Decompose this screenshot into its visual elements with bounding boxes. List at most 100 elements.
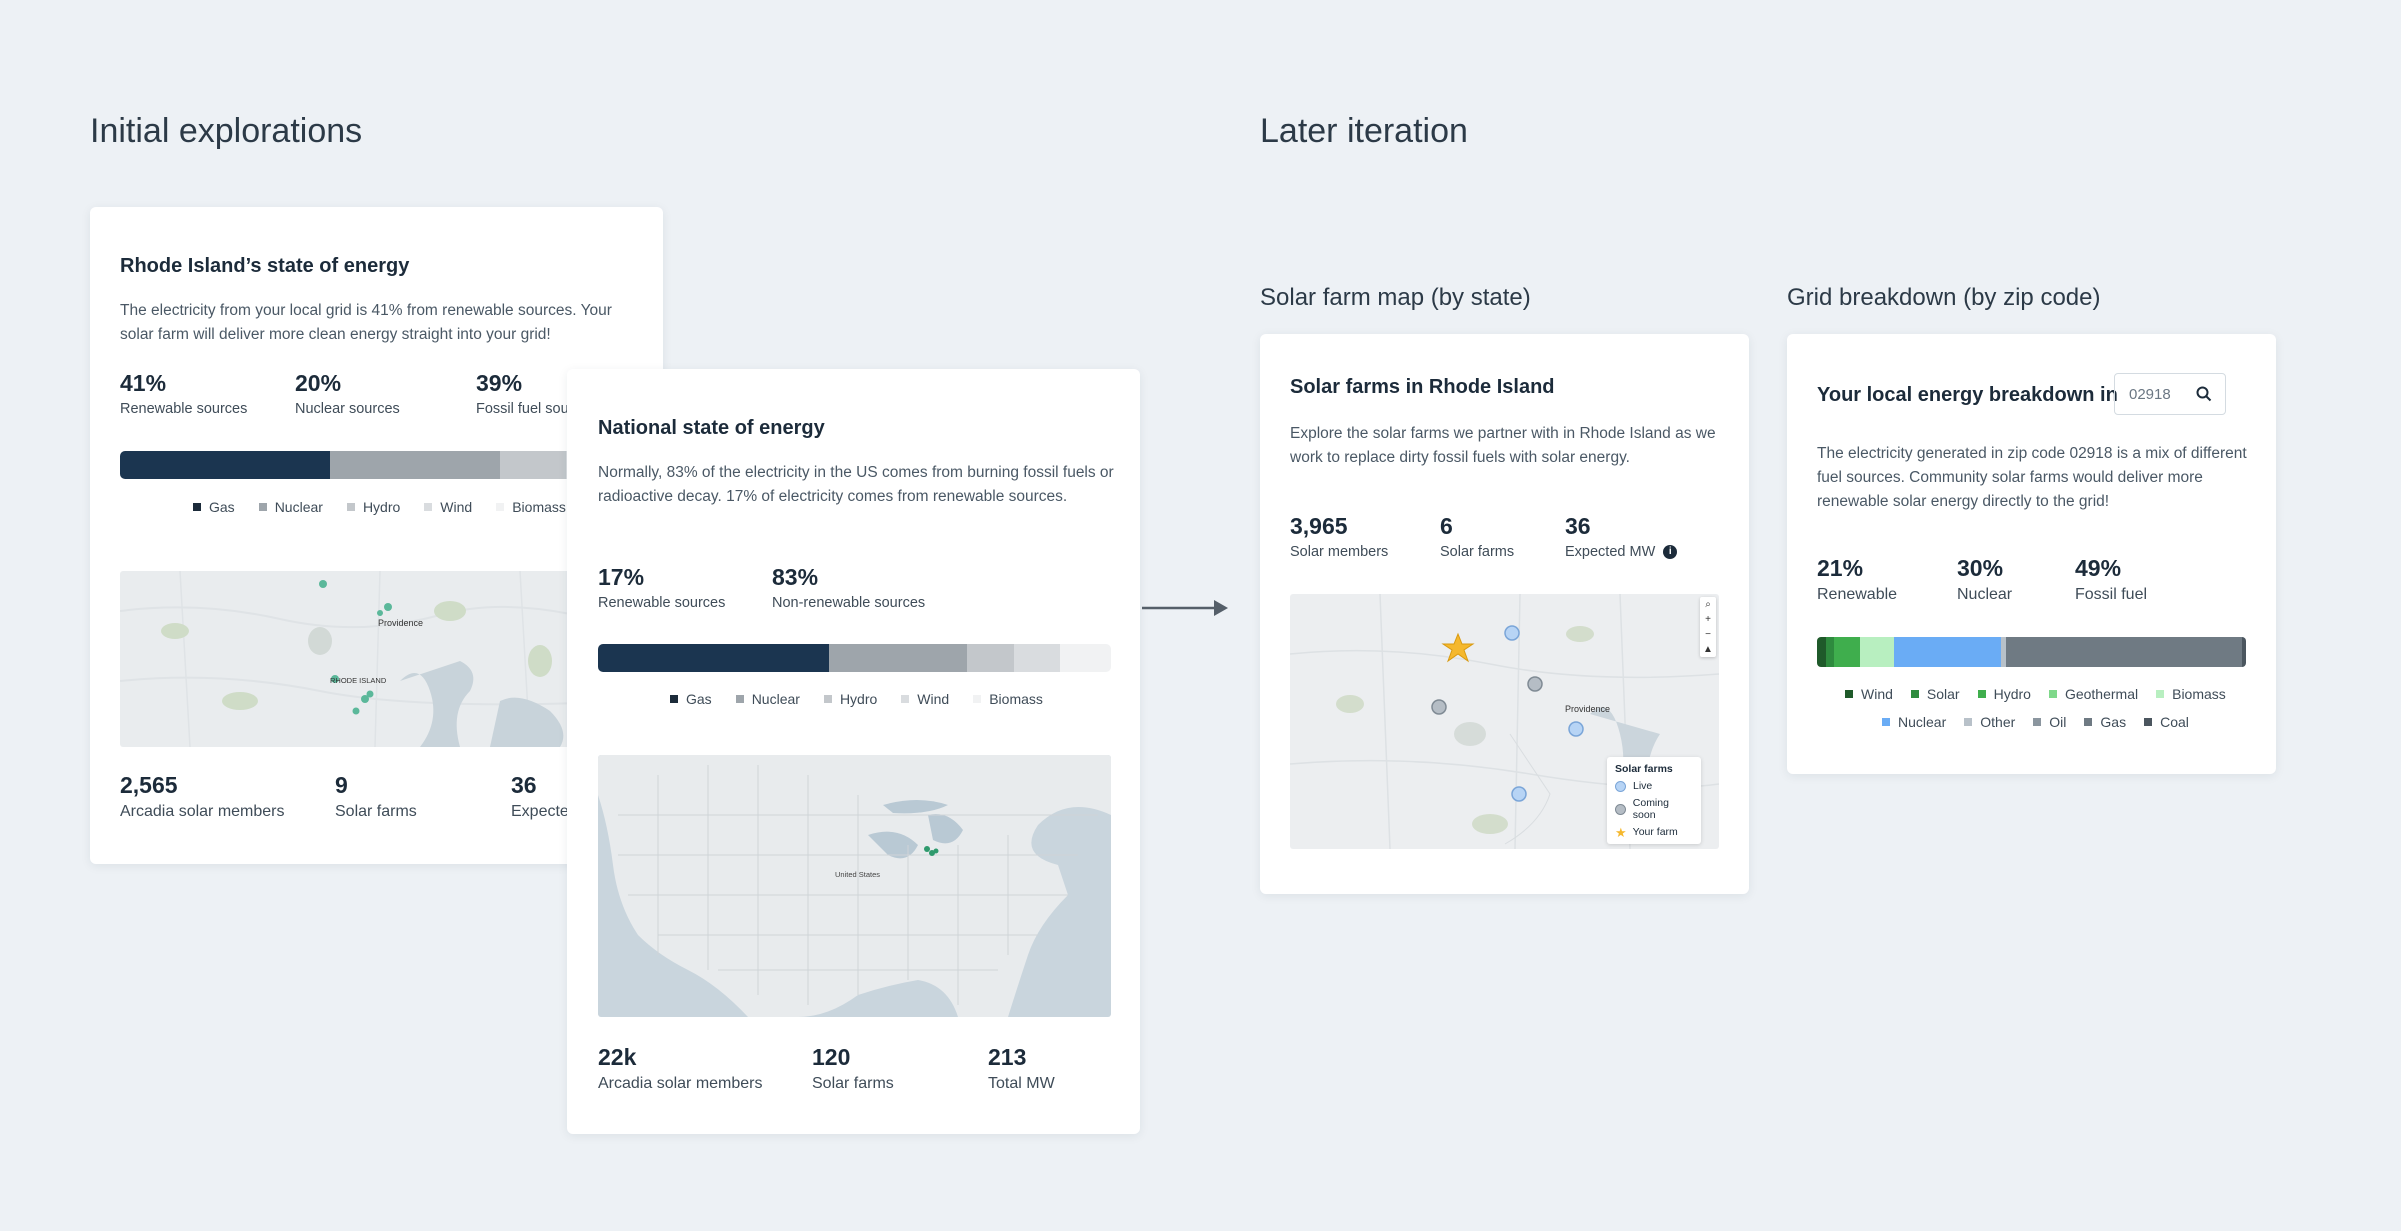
legend-other: Other [1964,714,2015,730]
solar-stat-expected: 36 Expected MW i [1565,512,1678,560]
ri-stat-expected: 36 Expecte [511,772,569,820]
legend-gas: Gas [193,499,235,515]
legend-geothermal: Geothermal [2048,686,2138,702]
legend-solar: Solar [1910,686,1960,702]
bar-segment [2241,637,2246,667]
info-icon[interactable]: i [1663,545,1678,560]
national-stat-mw: 213 Total MW [988,1044,1055,1092]
legend-biomass: Biomass [973,691,1043,707]
legend-wind: Wind [424,499,472,515]
us-map-label: United States [835,870,880,879]
bar-segment [598,644,829,672]
bar-segment [120,451,331,479]
solar-card-title: Solar farms in Rhode Island [1290,376,1555,398]
legend-hydro: Hydro [1977,686,2031,702]
bar-segment [1059,644,1111,672]
national-legend: Gas Nuclear Hydro Wind Biomass [670,691,1067,707]
ri-energy-bar [120,451,633,479]
bar-segment [2005,637,2242,667]
national-stat-farms: 120 Solar farms [812,1044,894,1092]
legend-gas: Gas [670,691,712,707]
national-energy-card: National state of energy Normally, 83% o… [567,369,1140,1134]
ri-card-desc: The electricity from your local grid is … [120,302,612,343]
map-zoom-controls: ⌕ + − ▲ [1700,597,1716,657]
ri-stat-members: 2,565 Arcadia solar members [120,772,285,820]
grid-legend-row1: Wind Solar Hydro Geothermal Biomass [1845,686,2235,702]
bar-segment [499,451,567,479]
bar-segment [1825,637,1835,667]
grid-breakdown-card: Your local energy breakdown in 02918 The… [1787,334,2276,774]
grid-energy-bar [1817,637,2246,667]
zip-code-input[interactable]: 02918 [2114,373,2226,415]
subtitle-solar-map: Solar farm map (by state) [1260,284,1531,311]
legend-gas: Gas [2084,714,2126,730]
arrow-right-icon [1142,600,1228,616]
legend-coal: Coal [2144,714,2189,730]
us-map[interactable]: United States [598,755,1111,1017]
live-farm-marker [1504,625,1520,641]
national-stat-renewable: 17% Renewable sources [598,564,726,611]
bar-segment [967,644,1014,672]
legend-nuclear: Nuclear [1882,714,1946,730]
solar-farms-card: Solar farms in Rhode Island Explore the … [1260,334,1749,894]
national-card-desc: Normally, 83% of the electricity in the … [598,464,1114,505]
legend-nuclear: Nuclear [258,499,323,515]
national-stat-members: 22k Arcadia solar members [598,1044,763,1092]
zip-code-value: 02918 [2129,385,2171,403]
grid-stat-fossil: 49% Fossil fuel [2075,555,2148,603]
ri-map-city-label: Providence [378,618,423,628]
solar-map-legend: Solar farms Live Coming soon ★ Your farm [1607,757,1701,844]
map-legend-title: Solar farms [1615,763,1673,775]
map-legend-live: Live [1633,780,1653,792]
coming-soon-marker [1527,676,1543,692]
bar-segment [1013,644,1060,672]
bar-segment [1859,637,1895,667]
bar-segment [1817,637,1826,667]
national-energy-bar [598,644,1111,672]
section-title-later: Later iteration [1260,112,1468,150]
grid-stat-nuclear: 30% Nuclear [1957,555,2013,603]
coming-soon-marker [1431,699,1447,715]
national-stat-nonrenewable: 83% Non-renewable sources [772,564,926,611]
grid-card-title: Your local energy breakdown in [1817,384,2118,406]
ri-stat-fossil: 39% Fossil fuel sour [476,370,574,417]
map-search-icon[interactable]: ⌕ [1700,597,1716,612]
legend-biomass: Biomass [496,499,566,515]
solar-map-city-label: Providence [1565,704,1610,714]
ri-card-title: Rhode Island’s state of energy [120,255,410,277]
map-legend-coming: Coming soon [1632,797,1669,821]
live-farm-marker [1568,721,1584,737]
solar-stat-members: 3,965 Solar members [1290,513,1389,560]
live-farm-marker [1511,786,1527,802]
star-icon: ★ [1615,824,1627,840]
legend-oil: Oil [2033,714,2066,730]
solar-stat-farms: 6 Solar farms [1440,513,1515,560]
solar-map[interactable]: Providence ⌕ + − ▲ Solar farms Live Comi… [1290,594,1719,849]
national-card-title: National state of energy [598,417,825,439]
compass-button[interactable]: ▲ [1700,642,1716,657]
grid-card-desc: The electricity generated in zip code 02… [1817,445,2247,510]
ri-stat-renewable: 41% Renewable sources [120,370,248,417]
ri-stat-nuclear: 20% Nuclear sources [295,370,400,417]
section-title-initial: Initial explorations [90,112,363,150]
subtitle-grid: Grid breakdown (by zip code) [1787,284,2101,311]
zoom-out-button[interactable]: − [1700,627,1716,642]
legend-biomass: Biomass [2156,686,2226,702]
grid-stat-renewable: 21% Renewable [1817,555,1898,603]
zoom-in-button[interactable]: + [1700,612,1716,627]
ri-legend: Gas Nuclear Hydro Wind Biomass [193,499,590,515]
bar-segment [1834,637,1860,667]
grid-legend-row2: Nuclear Other Oil Gas Coal [1882,714,2222,730]
map-legend-yours: Your farm [1632,826,1678,838]
legend-hydro: Hydro [346,499,400,515]
ri-map[interactable]: Providence RHODE ISLAND [120,571,633,747]
bar-segment [1894,637,2002,667]
ri-map-state-label: RHODE ISLAND [330,676,387,685]
solar-card-desc: Explore the solar farms we partner with … [1290,425,1716,466]
legend-nuclear: Nuclear [735,691,800,707]
bar-segment [330,451,500,479]
ri-stat-farms: 9 Solar farms [335,772,417,820]
search-icon[interactable] [2195,385,2213,403]
legend-wind: Wind [901,691,949,707]
bar-segment [828,644,968,672]
